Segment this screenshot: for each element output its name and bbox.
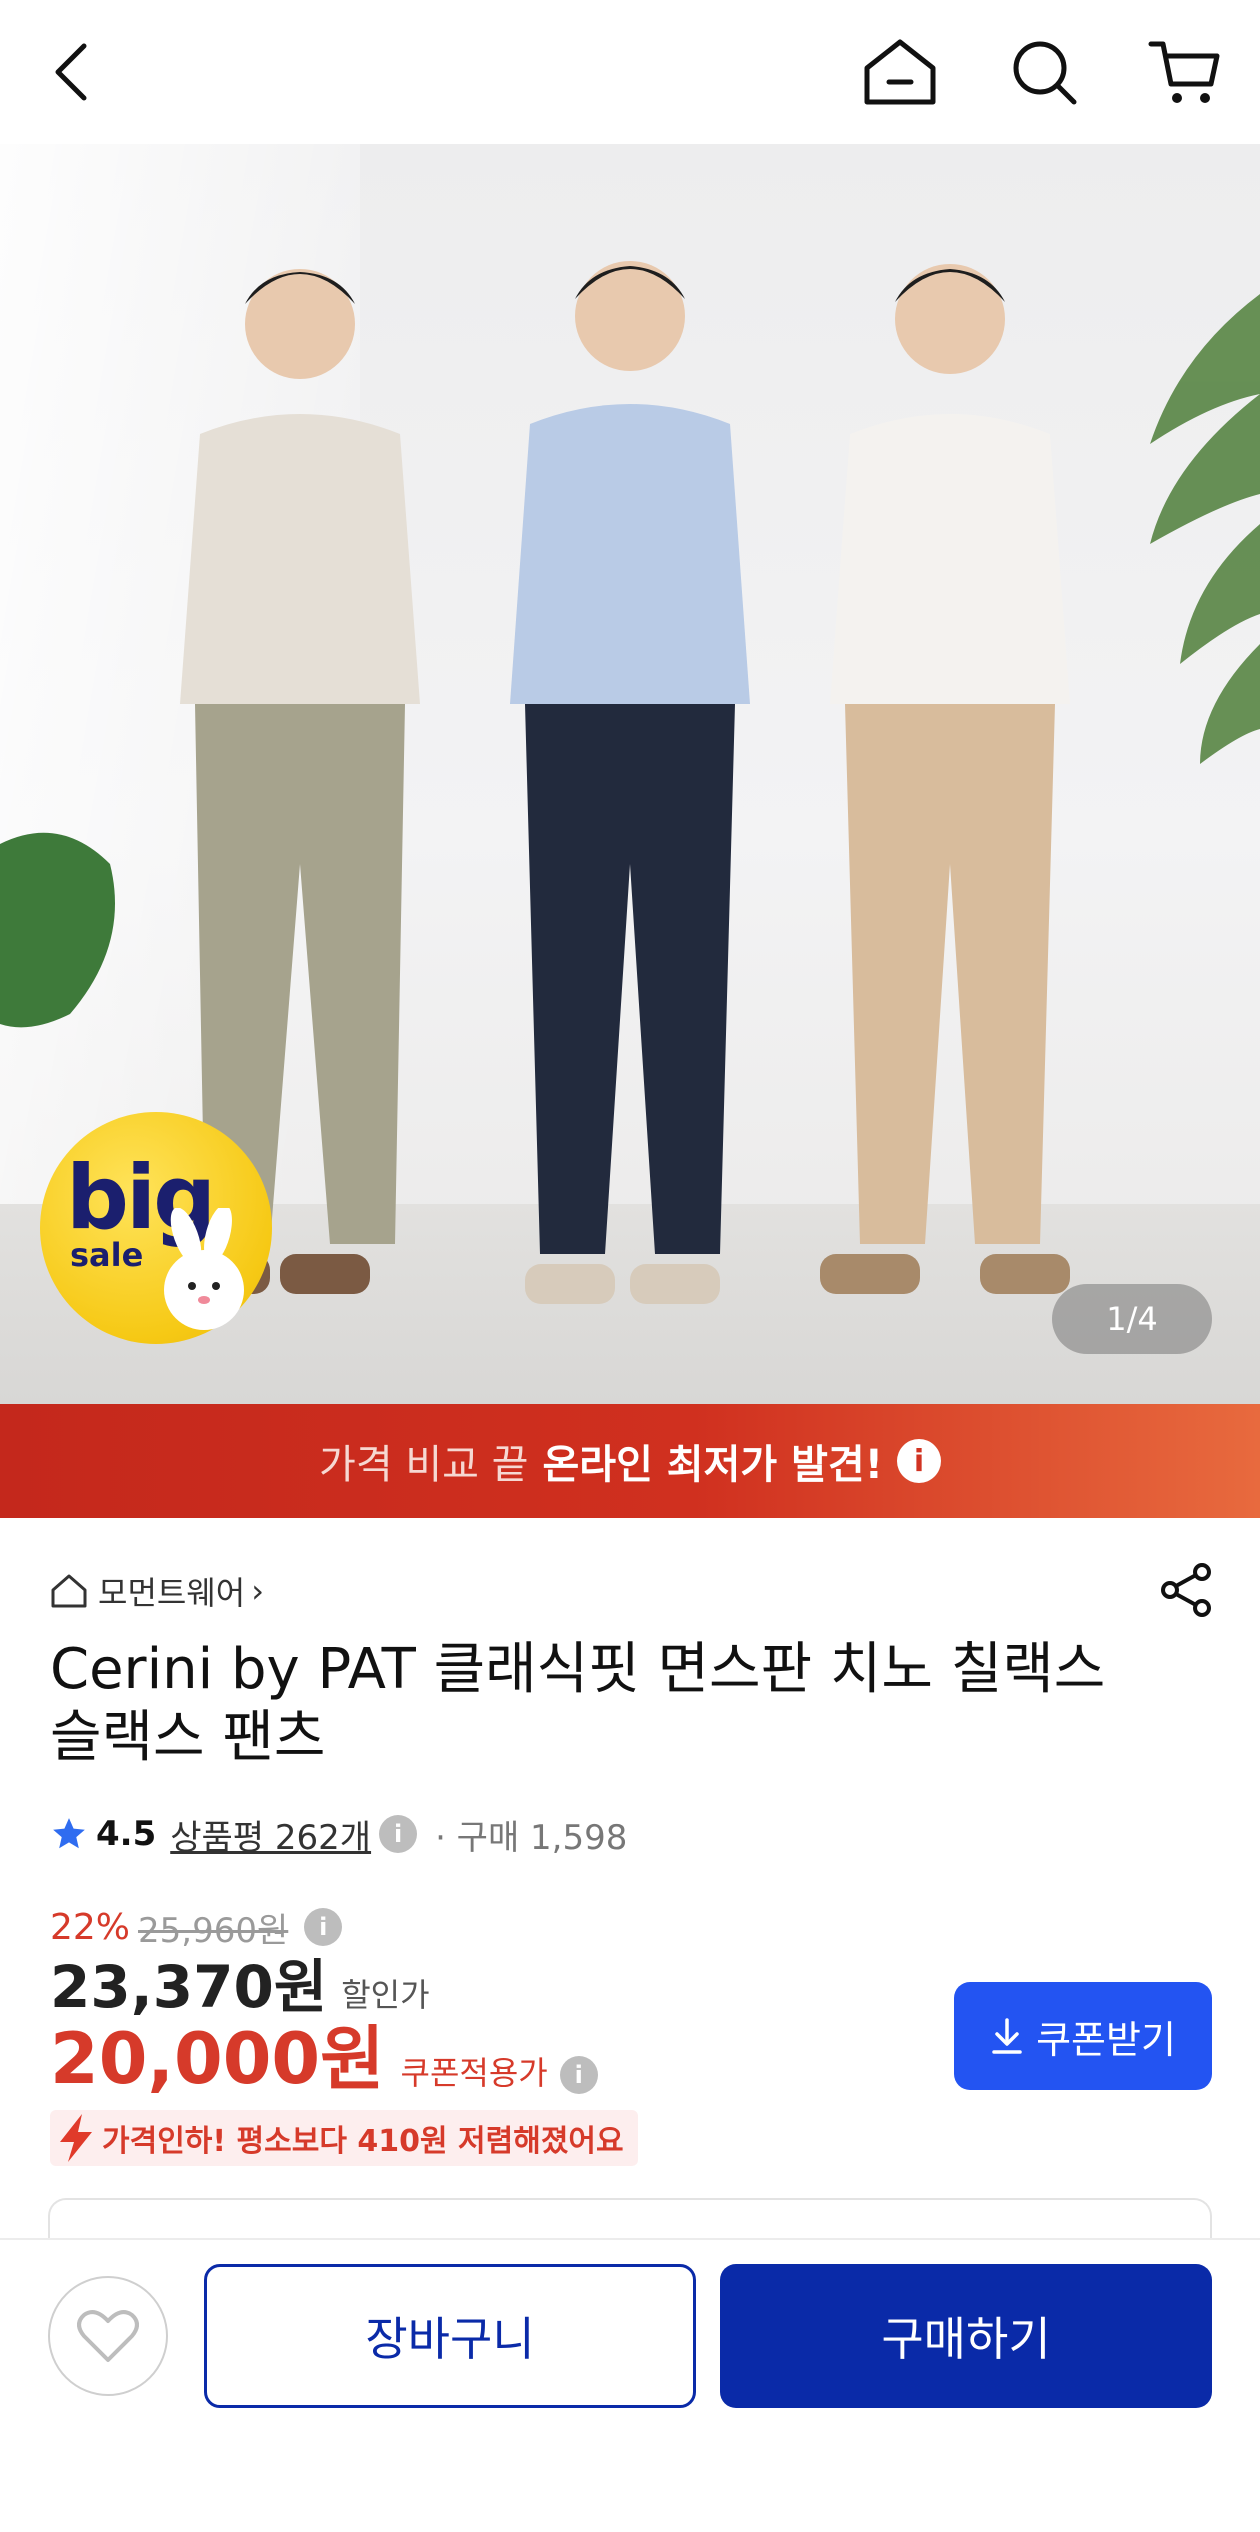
search-icon[interactable] <box>1002 30 1086 114</box>
star-icon <box>53 1818 85 1849</box>
lowest-price-banner[interactable]: 가격 비교 끝 온라인 최저가 발견! i <box>0 1404 1260 1518</box>
coupon-download-button[interactable]: 쿠폰받기 <box>954 1982 1212 2090</box>
info-icon[interactable]: i <box>559 2056 598 2094</box>
store-name: 모먼트웨어 <box>98 1574 246 1612</box>
top-nav-bar <box>0 0 1260 144</box>
coupon-button-label: 쿠폰받기 <box>1036 2017 1176 2062</box>
chevron-right-icon: › <box>251 1572 264 1610</box>
store-link[interactable]: 모먼트웨어 › <box>50 1566 264 1616</box>
purchase-count: · 구매 1,598 <box>435 1817 628 1858</box>
promo-strong-text: 온라인 최저가 발견! <box>542 1442 883 1488</box>
rating-row: 4.5 상품평 262개 i · 구매 1,598 <box>50 1806 627 1862</box>
buy-now-button[interactable]: 구매하기 <box>720 2264 1212 2408</box>
wishlist-button[interactable] <box>48 2276 168 2396</box>
product-image-carousel[interactable]: big sale 1/4 <box>0 144 1260 1404</box>
rabbit-icon <box>164 1208 244 1330</box>
info-icon[interactable]: i <box>379 1815 418 1853</box>
product-title: Cerini by PAT 클래식핏 면스판 치노 칠랙스 슬랙스 팬츠 <box>50 1637 1106 1770</box>
download-icon <box>992 2018 1022 2054</box>
back-icon[interactable] <box>30 30 114 114</box>
coupon-price: 20,000원 <box>50 2018 385 2100</box>
badge-sale-text: sale <box>70 1236 144 1274</box>
big-sale-badge: big sale <box>40 1112 272 1344</box>
bottom-action-bar: 장바구니 구매하기 <box>0 2238 1260 2532</box>
heart-icon <box>77 2310 139 2362</box>
promo-pre-text: 가격 비교 끝 <box>319 1442 529 1488</box>
lightning-icon <box>60 2114 92 2162</box>
coupon-price-label: 쿠폰적용가 <box>400 2054 548 2092</box>
price-drop-notice: 가격인하! 평소보다 410원 저렴해졌어요 <box>50 2110 638 2166</box>
rating-score: 4.5 <box>96 1814 157 1854</box>
add-to-cart-button[interactable]: 장바구니 <box>204 2264 696 2408</box>
info-icon[interactable]: i <box>896 1439 941 1483</box>
review-link[interactable]: 상품평 262개 <box>170 1810 371 1859</box>
store-home-icon <box>51 1574 87 1608</box>
home-icon[interactable] <box>858 30 942 114</box>
cart-icon[interactable] <box>1142 30 1226 114</box>
share-icon[interactable] <box>1152 1556 1220 1624</box>
image-counter: 1/4 <box>1052 1284 1212 1354</box>
price-drop-text: 가격인하! 평소보다 410원 저렴해졌어요 <box>102 2124 624 2159</box>
coupon-price-row: 20,000원 쿠폰적용가 i <box>50 2018 598 2104</box>
